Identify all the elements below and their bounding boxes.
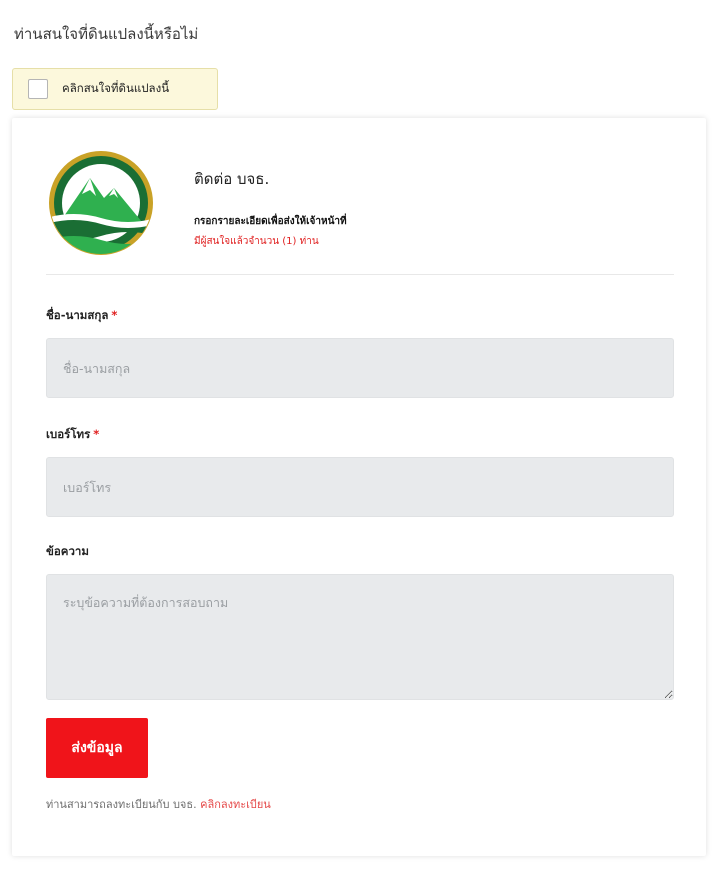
message-field-label: ข้อความ (46, 543, 89, 561)
name-field-label: ชื่อ-นามสกุล * (46, 307, 117, 325)
register-text: ท่านสามารถลงทะเบียนกับ บจธ. (46, 798, 197, 811)
contact-card: ติดต่อ บจธ. กรอกรายละเอียดเพื่อส่งให้เจ้… (12, 118, 706, 856)
divider (46, 274, 674, 275)
interest-checkbox-label[interactable]: คลิกสนใจที่ดินแปลงนี้ (62, 80, 169, 98)
required-mark: * (111, 308, 118, 322)
interested-count: มีผู้สนใจแล้วจำนวน (1) ท่าน (194, 236, 319, 247)
message-label-text: ข้อความ (46, 544, 89, 558)
message-textarea[interactable] (46, 574, 674, 700)
submit-button[interactable]: ส่งข้อมูล (46, 718, 148, 778)
interest-checkbox-panel[interactable]: คลิกสนใจที่ดินแปลงนี้ (12, 68, 218, 110)
organization-logo-mountain-icon (49, 151, 153, 255)
interest-question: ท่านสนใจที่ดินแปลงนี้หรือไม่ (14, 25, 199, 43)
name-label-text: ชื่อ-นามสกุล (46, 308, 109, 322)
contact-subtitle: กรอกรายละเอียดเพื่อส่งให้เจ้าหน้าที่ (194, 216, 347, 227)
phone-field-label: เบอร์โทร * (46, 426, 99, 444)
register-note: ท่านสามารถลงทะเบียนกับ บจธ. คลิกลงทะเบีย… (46, 795, 271, 813)
interest-checkbox[interactable] (28, 79, 48, 99)
phone-input[interactable] (46, 457, 674, 517)
contact-title: ติดต่อ บจธ. (194, 170, 270, 188)
name-input[interactable] (46, 338, 674, 398)
required-mark: * (93, 427, 100, 441)
register-link[interactable]: คลิกลงทะเบียน (200, 798, 271, 811)
phone-label-text: เบอร์โทร (46, 427, 91, 441)
